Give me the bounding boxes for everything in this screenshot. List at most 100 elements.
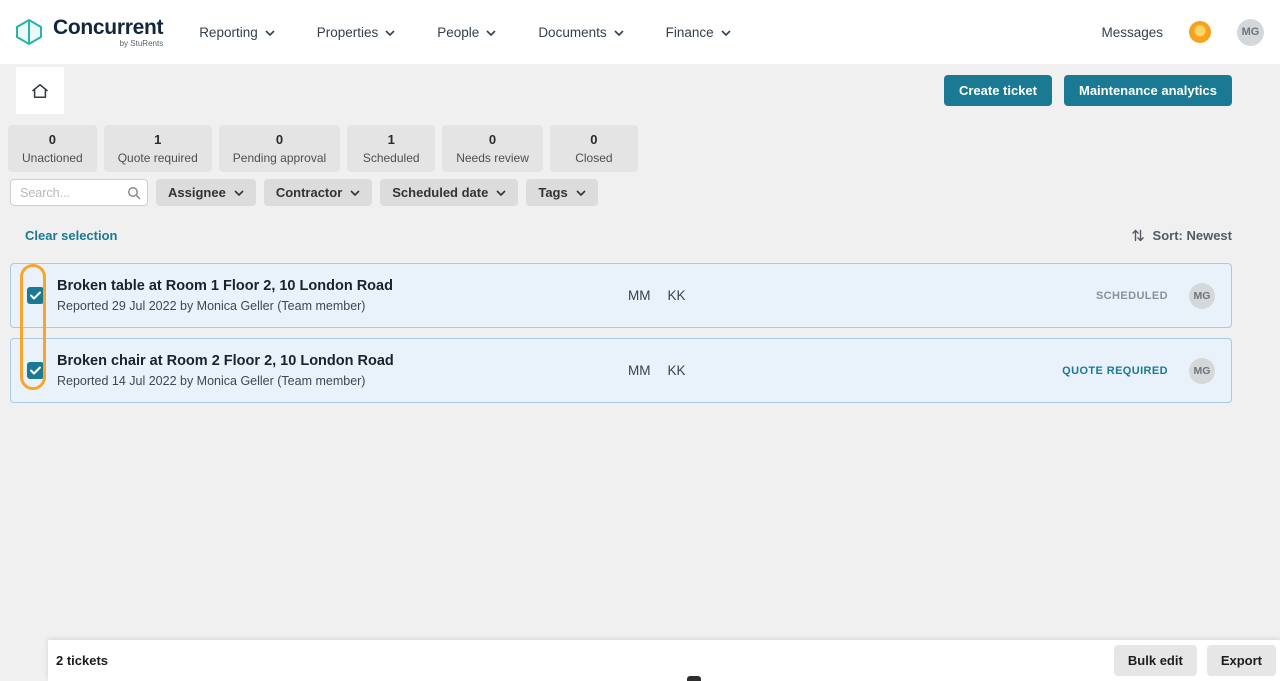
nav-messages-label: Messages	[1101, 25, 1163, 40]
brand-byline: by StuRents	[120, 40, 164, 48]
chip-label: Pending approval	[233, 151, 326, 165]
status-chip-needs-review[interactable]: 0 Needs review	[442, 125, 543, 172]
ticket-reported: Reported 29 Jul 2022 by Monica Geller (T…	[57, 299, 628, 313]
band-actions: Create ticket Maintenance analytics	[944, 75, 1232, 106]
nav-people-label: People	[437, 25, 479, 40]
status-chip-scheduled[interactable]: 1 Scheduled	[347, 125, 435, 172]
nav-reporting[interactable]: Reporting	[199, 25, 275, 40]
bulk-edit-button[interactable]: Bulk edit	[1114, 645, 1197, 676]
nav-finance[interactable]: Finance	[666, 25, 731, 40]
tags-filter-label: Tags	[538, 185, 567, 200]
contractor-filter-dropdown[interactable]: Contractor	[264, 179, 372, 206]
chevron-down-icon	[265, 30, 275, 36]
clear-selection-link[interactable]: Clear selection	[25, 228, 118, 243]
chip-count: 0	[276, 132, 283, 147]
chevron-down-icon	[486, 30, 496, 36]
ticket-right: QUOTE REQUIRED MG	[1062, 358, 1215, 384]
nav-documents[interactable]: Documents	[538, 25, 623, 40]
ticket-avatar: MG	[1189, 283, 1215, 309]
status-chip-quote-required[interactable]: 1 Quote required	[104, 125, 212, 172]
badge-icon[interactable]	[1189, 21, 1211, 43]
check-icon	[30, 291, 41, 300]
chevron-down-icon	[614, 30, 624, 36]
chip-label: Closed	[575, 151, 612, 165]
main-nav: Reporting Properties People Documents Fi…	[199, 25, 730, 40]
search-input[interactable]	[10, 179, 148, 206]
bottom-artifact	[687, 676, 701, 681]
nav-properties-label: Properties	[317, 25, 379, 40]
footer-actions: Bulk edit Export	[1114, 645, 1276, 676]
filter-row: Assignee Contractor Scheduled date Tags	[10, 179, 1280, 206]
assignee-initials: MM	[628, 363, 651, 378]
brand-logo-icon	[14, 17, 44, 47]
chip-label: Needs review	[456, 151, 529, 165]
assignee-filter-label: Assignee	[168, 185, 226, 200]
chip-count: 1	[154, 132, 161, 147]
ticket-main: Broken table at Room 1 Floor 2, 10 Londo…	[57, 278, 628, 313]
chevron-down-icon	[496, 190, 506, 196]
nav-right: Messages MG	[1101, 19, 1264, 46]
nav-documents-label: Documents	[538, 25, 606, 40]
check-icon	[30, 366, 41, 375]
sort-control[interactable]: Sort: Newest	[1131, 228, 1232, 243]
chip-label: Unactioned	[22, 151, 83, 165]
ticket-avatar: MG	[1189, 358, 1215, 384]
ticket-title: Broken chair at Room 2 Floor 2, 10 Londo…	[57, 353, 628, 369]
chip-count: 1	[388, 132, 395, 147]
contractor-filter-label: Contractor	[276, 185, 342, 200]
ticket-row[interactable]: Broken table at Room 1 Floor 2, 10 Londo…	[10, 263, 1232, 328]
user-avatar[interactable]: MG	[1237, 19, 1264, 46]
assignee-filter-dropdown[interactable]: Assignee	[156, 179, 256, 206]
ticket-checkbox[interactable]	[27, 362, 44, 379]
ticket-count: 2 tickets	[56, 653, 108, 668]
ticket-status-badge: QUOTE REQUIRED	[1062, 365, 1168, 377]
maintenance-analytics-button[interactable]: Maintenance analytics	[1064, 75, 1232, 106]
brand-logo[interactable]: Concurrent by StuRents	[14, 17, 163, 48]
search-box	[10, 179, 148, 206]
sort-arrows-icon	[1131, 228, 1145, 243]
scheduled-date-filter-dropdown[interactable]: Scheduled date	[380, 179, 518, 206]
tab-band: Create ticket Maintenance analytics	[0, 67, 1280, 114]
chevron-down-icon	[350, 190, 360, 196]
brand-name: Concurrent	[53, 17, 163, 38]
chip-count: 0	[49, 132, 56, 147]
create-ticket-button[interactable]: Create ticket	[944, 75, 1052, 106]
assignee-initials: KK	[668, 363, 686, 378]
ticket-checkbox[interactable]	[27, 287, 44, 304]
ticket-title: Broken table at Room 1 Floor 2, 10 Londo…	[57, 278, 628, 294]
brand-text: Concurrent by StuRents	[53, 17, 163, 48]
status-chip-pending-approval[interactable]: 0 Pending approval	[219, 125, 340, 172]
chevron-down-icon	[385, 30, 395, 36]
sort-label: Sort: Newest	[1153, 228, 1232, 243]
export-button[interactable]: Export	[1207, 645, 1276, 676]
chevron-down-icon	[234, 190, 244, 196]
status-chip-closed[interactable]: 0 Closed	[550, 125, 638, 172]
nav-people[interactable]: People	[437, 25, 496, 40]
status-chip-unactioned[interactable]: 0 Unactioned	[8, 125, 97, 172]
assignee-initials: MM	[628, 288, 651, 303]
nav-messages[interactable]: Messages	[1101, 25, 1163, 40]
scheduled-date-filter-label: Scheduled date	[392, 185, 488, 200]
top-nav: Concurrent by StuRents Reporting Propert…	[0, 0, 1280, 64]
chip-label: Quote required	[118, 151, 198, 165]
ticket-right: SCHEDULED MG	[1096, 283, 1215, 309]
nav-properties[interactable]: Properties	[317, 25, 396, 40]
chip-label: Scheduled	[363, 151, 420, 165]
home-tab[interactable]	[16, 67, 64, 114]
ticket-list: Broken table at Room 1 Floor 2, 10 Londo…	[10, 263, 1232, 403]
list-controls: Clear selection Sort: Newest	[25, 228, 1232, 243]
nav-reporting-label: Reporting	[199, 25, 258, 40]
tags-filter-dropdown[interactable]: Tags	[526, 179, 597, 206]
ticket-main: Broken chair at Room 2 Floor 2, 10 Londo…	[57, 353, 628, 388]
home-icon	[30, 81, 50, 101]
ticket-assignees: MM KK	[628, 288, 686, 303]
chevron-down-icon	[721, 30, 731, 36]
nav-finance-label: Finance	[666, 25, 714, 40]
ticket-status-badge: SCHEDULED	[1096, 290, 1168, 302]
chip-count: 0	[489, 132, 496, 147]
chevron-down-icon	[576, 190, 586, 196]
ticket-reported: Reported 14 Jul 2022 by Monica Geller (T…	[57, 374, 628, 388]
chip-count: 0	[590, 132, 597, 147]
ticket-assignees: MM KK	[628, 363, 686, 378]
ticket-row[interactable]: Broken chair at Room 2 Floor 2, 10 Londo…	[10, 338, 1232, 403]
